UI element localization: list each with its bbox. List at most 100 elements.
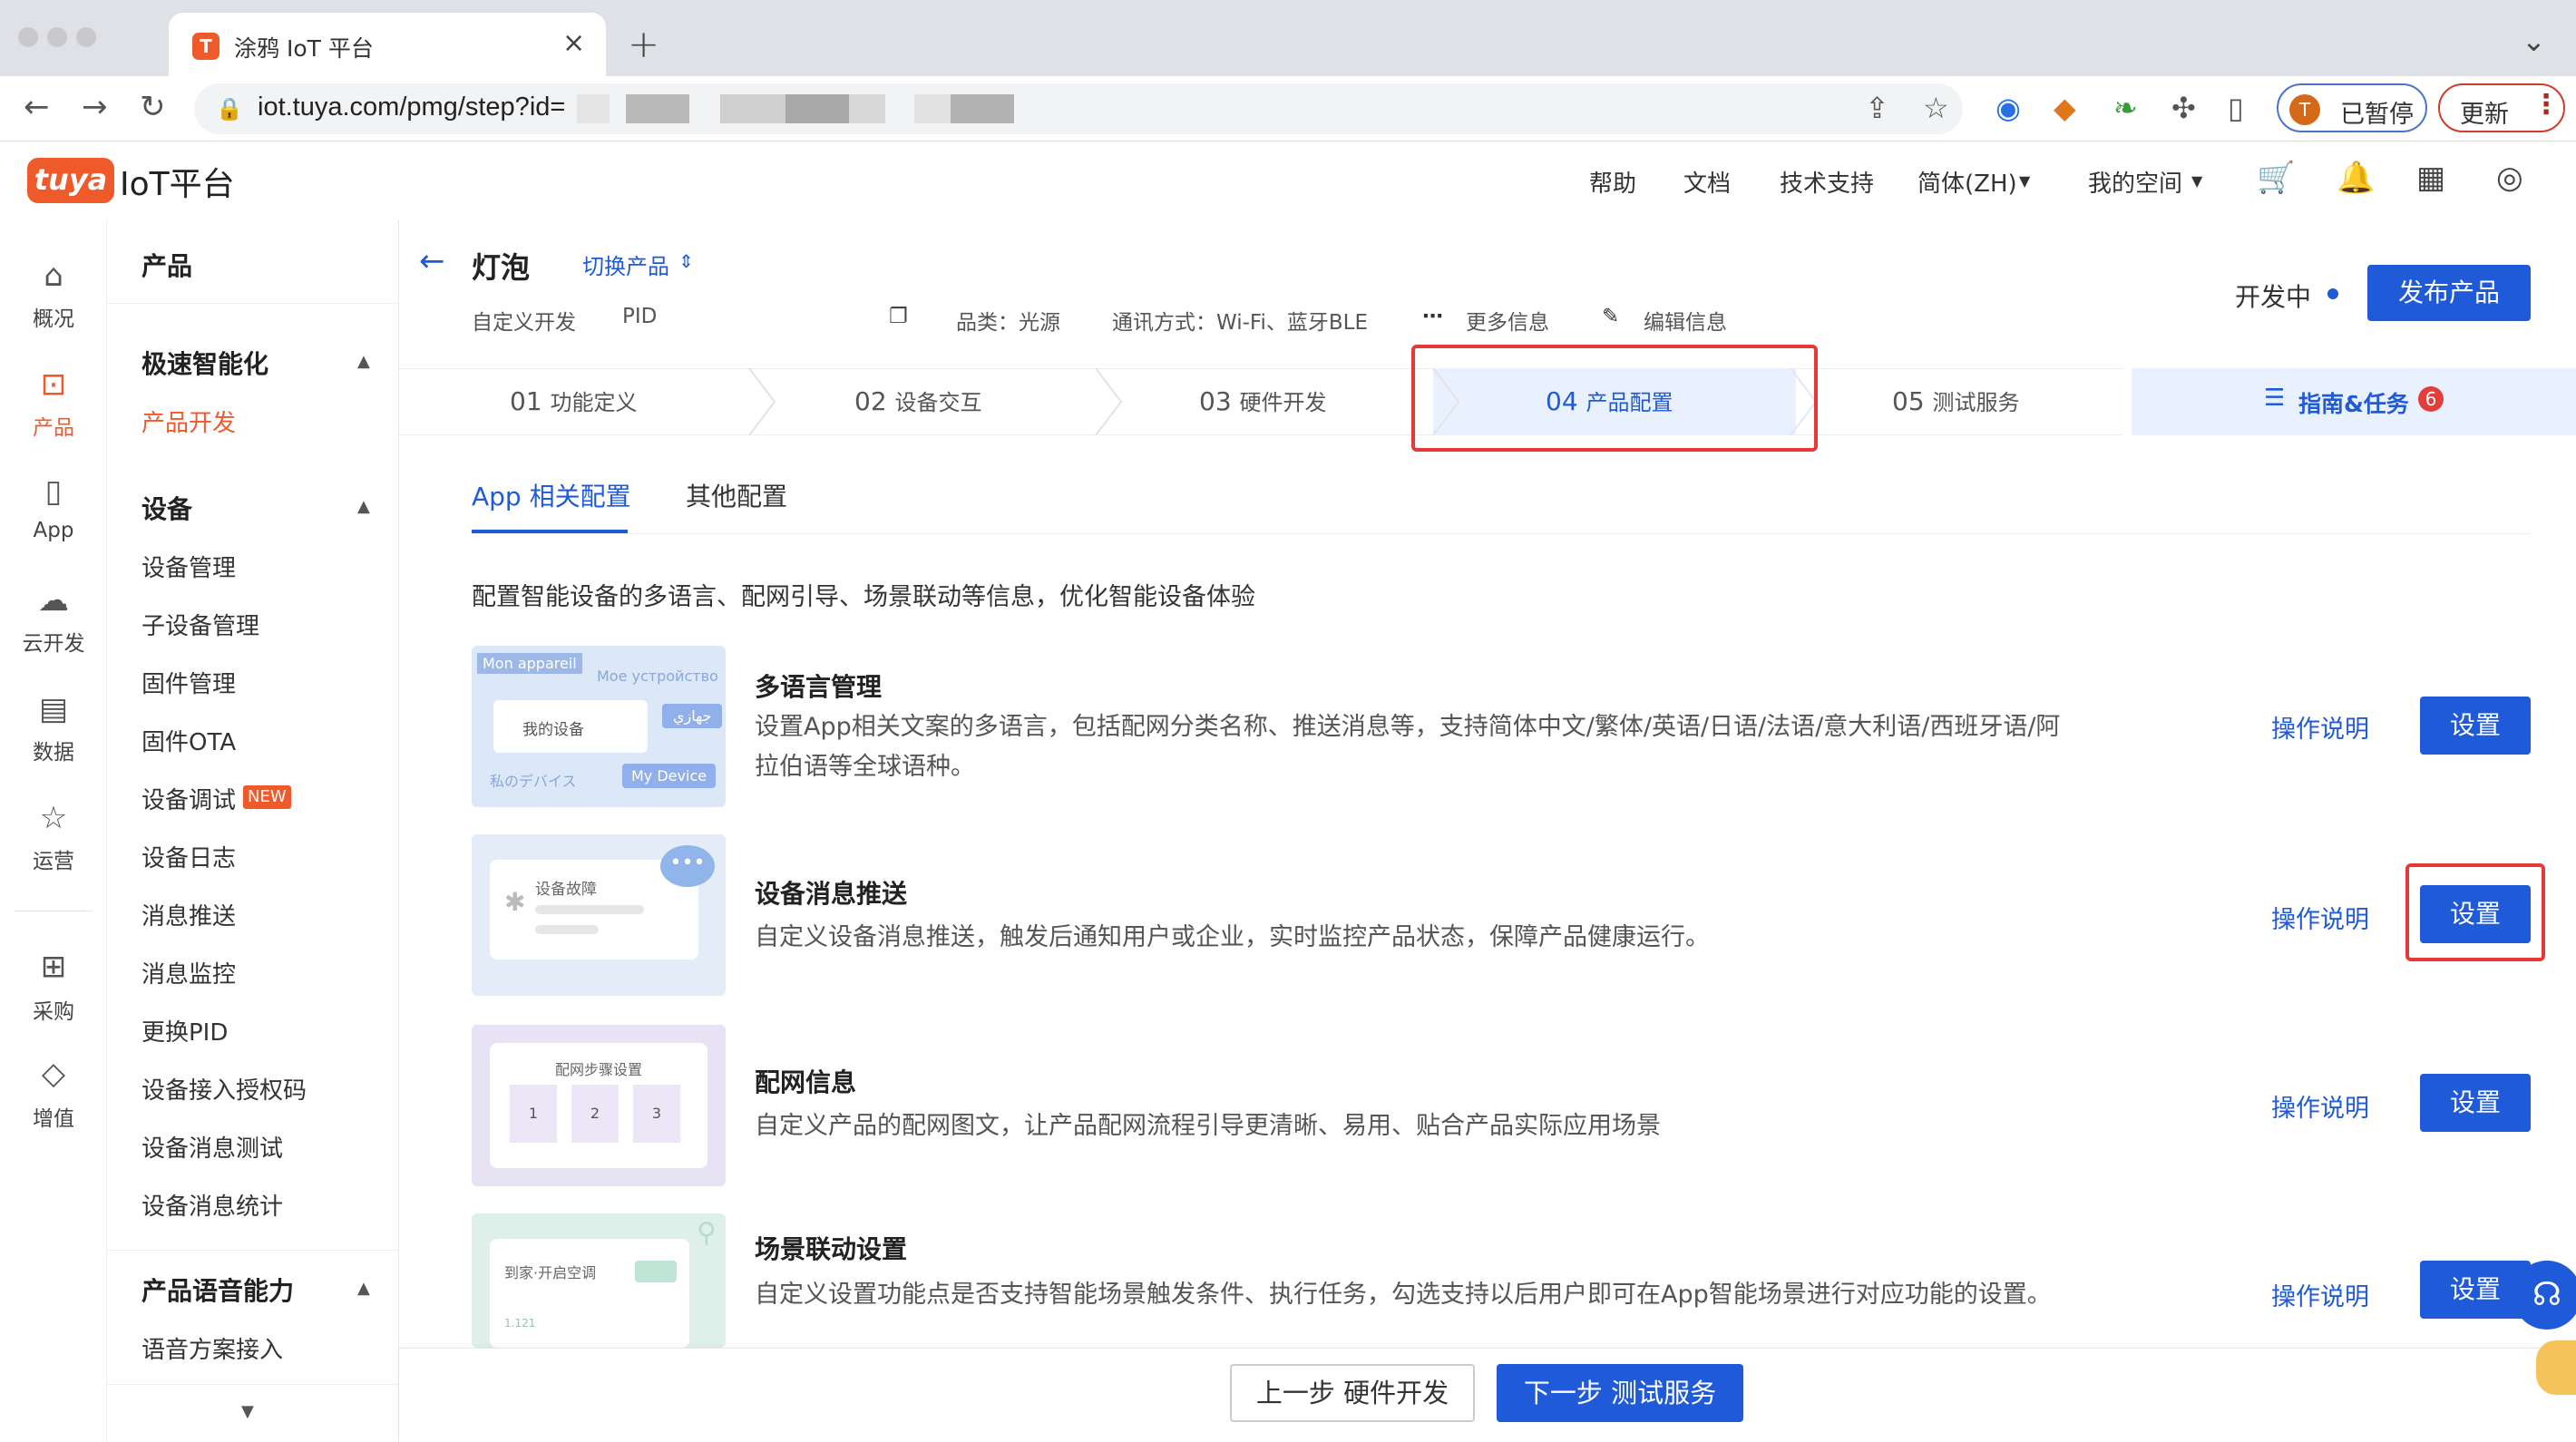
reload-icon[interactable]: ↻ [140,89,166,125]
extension-globe-icon[interactable]: ◉ [1995,91,2021,125]
next-step-button[interactable]: 下一步 测试服务 [1497,1364,1743,1422]
rail-purchase[interactable]: 采购 [0,994,107,1025]
switch-caret-icon[interactable]: ⇕ [678,250,694,272]
new-tab-button[interactable]: + [628,22,659,66]
back-arrow-icon[interactable]: ← [419,243,445,279]
window-close-light[interactable] [18,27,38,47]
diamond-icon[interactable]: ◇ [0,1056,107,1092]
menu-auth-code[interactable]: 设备接入授权码 [141,1072,307,1106]
menu-device-debug[interactable]: 设备调试 [141,782,236,815]
step-5[interactable]: 05 测试服务 [1892,385,2020,416]
bell-icon[interactable]: 🔔 [2337,160,2375,196]
nav-language[interactable]: 简体(ZH) [1917,165,2017,199]
scene-help-link[interactable]: 操作说明 [2271,1277,2369,1312]
cloud-icon[interactable]: ☁ [0,582,107,619]
rail-operations[interactable]: 运营 [0,843,107,874]
url-text[interactable]: iot.tuya.com/pmg/step?id= [258,93,565,122]
collapse-caret-icon[interactable]: ▲ [357,497,370,516]
back-arrow-icon[interactable]: ← [24,89,50,125]
space-caret-icon[interactable]: ▼ [2191,172,2202,190]
step-3[interactable]: 03 硬件开发 [1199,385,1327,416]
push-help-link[interactable]: 操作说明 [2271,900,2369,935]
publish-button[interactable]: 发布产品 [2367,265,2531,321]
menu-message-test[interactable]: 设备消息测试 [141,1130,283,1164]
step-num: 03 [1199,386,1232,416]
network-settings-button[interactable]: 设置 [2420,1074,2531,1132]
rail-value-added[interactable]: 增值 [0,1101,107,1132]
group-devices[interactable]: 设备 [141,490,192,526]
more-dots-icon[interactable]: ⋯ [1422,305,1443,328]
tab-app-config[interactable]: App 相关配置 [472,477,631,513]
user-avatar-icon[interactable]: ◎ [2496,160,2523,196]
terminal-icon[interactable]: ⊡ [0,366,107,403]
bookmark-star-icon[interactable]: ☆ [1923,91,1949,125]
guide-tasks-link[interactable]: 指南&任务 [2298,386,2409,419]
step-2[interactable]: 02 设备交互 [854,385,982,416]
collapse-caret-icon[interactable]: ▲ [357,1279,370,1298]
menu-kebab-icon[interactable]: ⋮ [2532,89,2560,121]
menu-message-stats[interactable]: 设备消息统计 [141,1188,283,1222]
menu-device-mgmt[interactable]: 设备管理 [141,550,236,583]
scroll-down-caret-icon[interactable]: ▼ [241,1402,254,1421]
menu-product-dev[interactable]: 产品开发 [141,404,236,438]
star-icon[interactable]: ☆ [0,800,107,836]
window-zoom-light[interactable] [76,27,96,47]
metamask-fox-icon[interactable]: ◆ [2054,91,2076,125]
language-caret-icon[interactable]: ▼ [2019,172,2030,190]
menu-voice-solution[interactable]: 语音方案接入 [141,1331,283,1365]
share-icon[interactable]: ⇪ [1865,91,1889,125]
support-chat-icon[interactable]: ☊ [2513,1261,2576,1330]
menu-message-push[interactable]: 消息推送 [141,898,236,931]
switch-product-link[interactable]: 切换产品 [582,248,669,280]
collapse-caret-icon[interactable]: ▲ [357,352,370,371]
nav-my-space[interactable]: 我的空间 [2088,165,2182,199]
sidebar-toggle-icon[interactable]: ▯ [2228,91,2244,125]
prev-step-button[interactable]: 上一步 硬件开发 [1230,1364,1475,1422]
group-fast-smart[interactable]: 极速智能化 [141,345,268,381]
profile-status[interactable]: 已暂停 [2340,94,2414,130]
menu-firmware-mgmt[interactable]: 固件管理 [141,666,236,699]
menu-device-log[interactable]: 设备日志 [141,840,236,873]
rail-product[interactable]: 产品 [0,410,107,441]
tab-other-config[interactable]: 其他配置 [686,477,787,513]
guide-list-icon[interactable]: ☰ [2264,385,2285,412]
edit-info-link[interactable]: 编辑信息 [1644,305,1727,336]
nav-support[interactable]: 技术支持 [1780,165,1874,199]
network-help-link[interactable]: 操作说明 [2271,1088,2369,1124]
rail-cloud[interactable]: 云开发 [0,626,107,657]
cart-icon[interactable]: 🛒 [2257,160,2295,196]
rail-data[interactable]: 数据 [0,735,107,765]
menu-firmware-ota[interactable]: 固件OTA [141,724,236,757]
menu-change-pid[interactable]: 更换PID [141,1014,228,1047]
chart-icon[interactable]: ▤ [0,691,107,727]
apps-grid-icon[interactable]: ▦ [2416,160,2445,196]
lock-icon[interactable]: 🔒 [216,96,243,122]
home-icon[interactable]: ⌂ [0,258,107,294]
group-voice[interactable]: 产品语音能力 [141,1271,294,1308]
multilingual-settings-button[interactable]: 设置 [2420,697,2531,755]
extensions-puzzle-icon[interactable]: ✣ [2171,91,2196,125]
store-icon[interactable]: ⊞ [0,949,107,985]
phone-icon[interactable]: ▯ [0,473,107,510]
more-info-link[interactable]: 更多信息 [1466,305,1549,336]
multilingual-help-link[interactable]: 操作说明 [2271,709,2369,745]
profile-avatar[interactable]: T [2289,94,2320,125]
step-1[interactable]: 01 功能定义 [510,385,638,416]
forward-arrow-icon[interactable]: → [82,89,108,125]
mascot-icon[interactable] [2536,1340,2576,1395]
tab-close-icon[interactable]: × [562,27,585,59]
extension-leaf-icon[interactable]: ❧ [2113,91,2138,125]
menu-subdevice-mgmt[interactable]: 子设备管理 [141,608,259,641]
update-label[interactable]: 更新 [2460,94,2509,130]
edit-pencil-icon[interactable]: ✎ [1602,305,1619,328]
rail-app[interactable]: App [0,519,107,542]
window-minimize-light[interactable] [47,27,67,47]
menu-message-monitor[interactable]: 消息监控 [141,956,236,989]
tab-search-chevron-icon[interactable]: ⌄ [2522,24,2546,58]
nav-docs[interactable]: 文档 [1683,165,1731,199]
tuya-logo[interactable]: tuya [27,158,114,203]
thumb-tag: جهازي [662,704,723,728]
rail-overview[interactable]: 概况 [0,301,107,332]
nav-help[interactable]: 帮助 [1589,165,1636,199]
copy-icon[interactable]: ❐ [889,305,908,328]
